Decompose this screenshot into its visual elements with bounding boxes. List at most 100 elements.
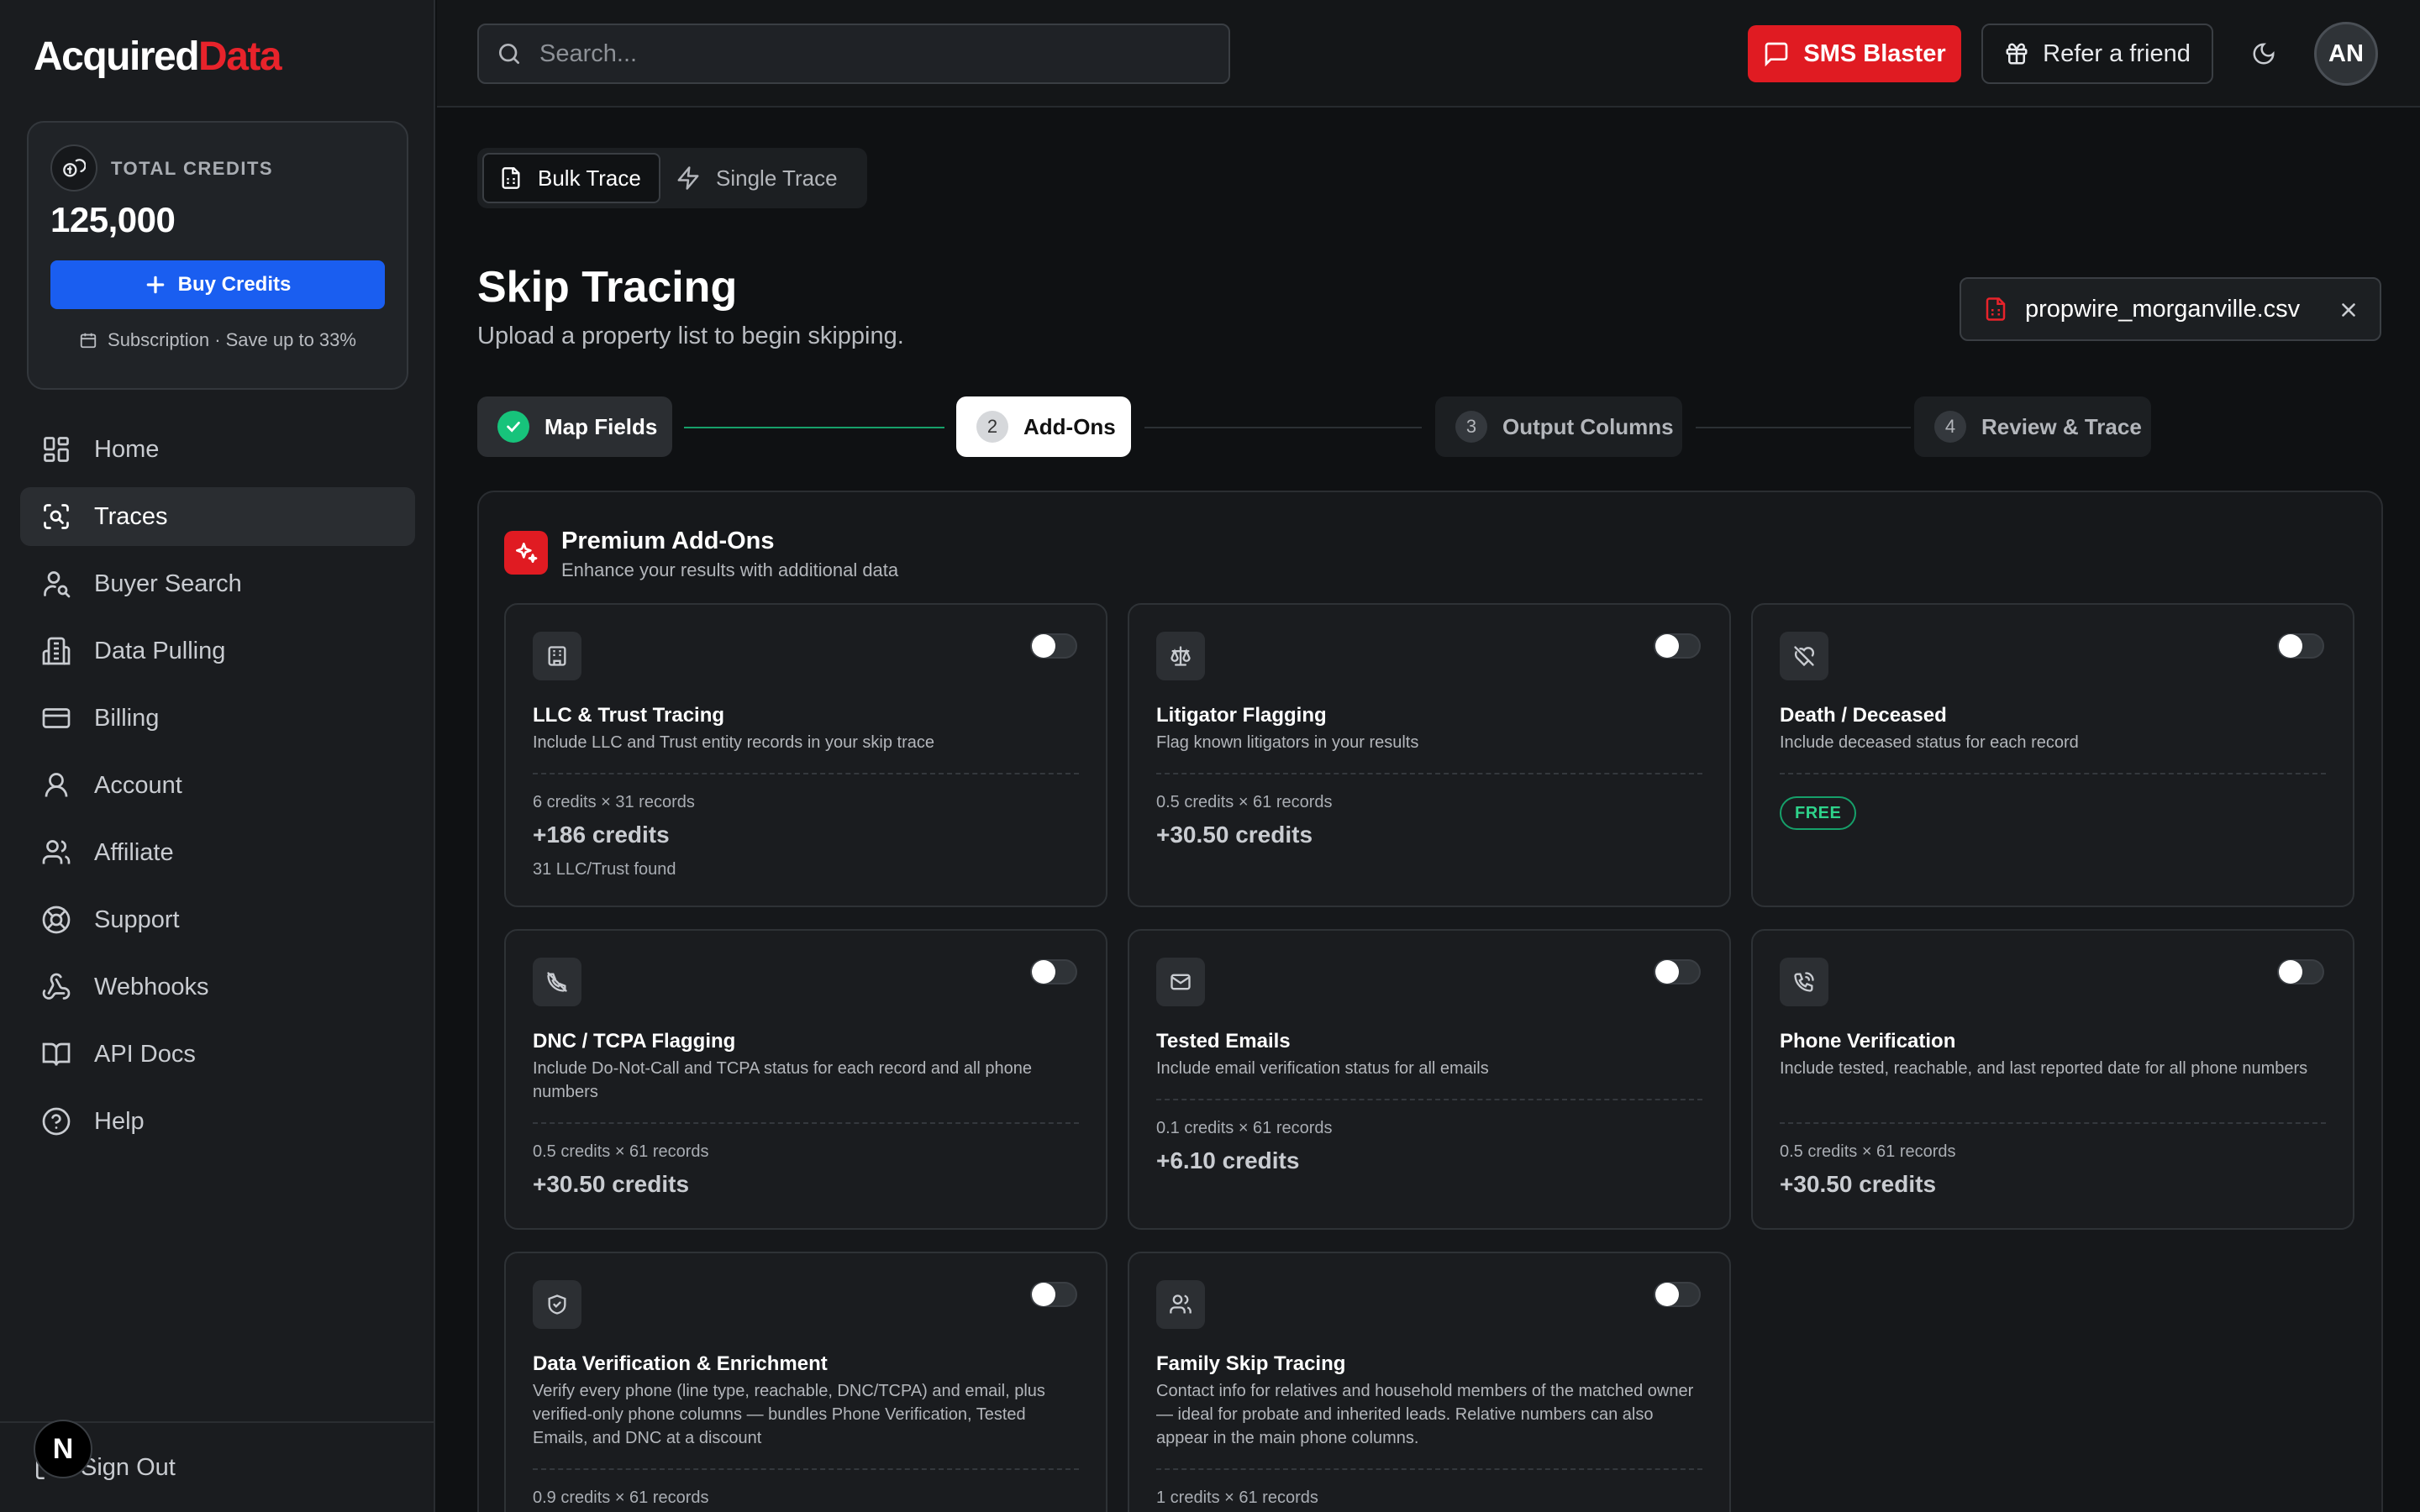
addon-card-data-verification[interactable]: Data Verification & Enrichment Verify ev…: [504, 1252, 1107, 1512]
sidebar-item-affiliate[interactable]: Affiliate: [20, 823, 415, 882]
sidebar-item-help[interactable]: Help: [20, 1092, 415, 1151]
step-map-fields[interactable]: Map Fields: [477, 396, 672, 457]
sms-blaster-button[interactable]: SMS Blaster: [1748, 25, 1961, 82]
addon-card-family-skip[interactable]: Family Skip Tracing Contact info for rel…: [1128, 1252, 1731, 1512]
card-title: Family Skip Tracing: [1156, 1352, 1346, 1375]
phone-off-icon: [533, 958, 581, 1006]
toggle-litigator[interactable]: [1654, 633, 1701, 659]
addons-title: Premium Add-Ons: [561, 528, 775, 554]
card-title: Phone Verification: [1780, 1030, 1956, 1053]
sidebar-item-traces[interactable]: Traces: [20, 487, 415, 546]
buy-credits-button[interactable]: Buy Credits: [50, 260, 385, 309]
message-square-icon: [1765, 42, 1788, 67]
card-total: +30.50 credits: [533, 1171, 690, 1197]
billing-icon: [40, 702, 72, 734]
toggle-tested-emails[interactable]: [1654, 959, 1701, 984]
card-title: Litigator Flagging: [1156, 704, 1327, 727]
step-connector: [684, 427, 944, 428]
card-divider: [1156, 773, 1702, 774]
addon-card-phone-verification[interactable]: Phone Verification Include tested, reach…: [1751, 929, 2354, 1230]
step-review-trace[interactable]: 4 Review & Trace: [1914, 396, 2151, 457]
search-input[interactable]: [539, 39, 1195, 68]
card-title: LLC & Trust Tracing: [533, 704, 725, 727]
building-icon: [533, 632, 581, 680]
tab-bulk-trace[interactable]: Bulk Trace: [482, 153, 660, 203]
refer-friend-label: Refer a friend: [2043, 39, 2191, 67]
support-icon: [40, 904, 72, 936]
sidebar-item-support[interactable]: Support: [20, 890, 415, 949]
toggle-family-skip[interactable]: [1654, 1282, 1701, 1307]
card-calc: 0.9 credits × 61 records: [533, 1488, 709, 1507]
sidebar-item-account[interactable]: Account: [20, 756, 415, 815]
step-add-ons[interactable]: 2 Add-Ons: [956, 396, 1131, 457]
sidebar-item-data-pulling[interactable]: Data Pulling: [20, 622, 415, 680]
page-subtitle: Upload a property list to begin skipping…: [477, 323, 904, 349]
step-connector: [1144, 427, 1422, 428]
card-description: Contact info for relatives and household…: [1156, 1382, 1694, 1447]
step-number: 4: [1934, 411, 1966, 443]
subscription-link[interactable]: Subscription · Save up to 33%: [29, 329, 407, 351]
step-output-columns[interactable]: 3 Output Columns: [1435, 396, 1682, 457]
sidebar-item-api-docs[interactable]: API Docs: [20, 1025, 415, 1084]
addon-card-deceased[interactable]: Death / Deceased Include deceased status…: [1751, 603, 2354, 907]
addon-card-litigator[interactable]: Litigator Flagging Flag known litigators…: [1128, 603, 1731, 907]
sidebar-item-buyer-search[interactable]: Buyer Search: [20, 554, 415, 613]
avatar[interactable]: AN: [2314, 22, 2378, 86]
credits-label: TOTAL CREDITS: [111, 158, 274, 179]
search-bar[interactable]: [477, 24, 1230, 84]
sidebar-item-label: Account: [94, 771, 182, 799]
card-divider: [533, 773, 1079, 774]
brand-logo[interactable]: AcquiredData: [34, 34, 282, 80]
toggle-llc-trust[interactable]: [1030, 633, 1077, 659]
addon-card-llc-trust[interactable]: LLC & Trust Tracing Include LLC and Trus…: [504, 603, 1107, 907]
refer-friend-button[interactable]: Refer a friend: [1981, 24, 2213, 84]
card-description: Flag known litigators in your results: [1156, 733, 1419, 752]
moon-icon: [2253, 43, 2275, 65]
sidebar-item-home[interactable]: Home: [20, 420, 415, 479]
step-number: 2: [976, 411, 1008, 443]
card-total: +186 credits: [533, 822, 670, 848]
file-icon: [1986, 297, 2006, 321]
card-total: +6.10 credits: [1156, 1147, 1300, 1173]
sidebar: AcquiredData TOTAL CREDITS 125,000 Buy C…: [0, 0, 435, 1512]
card-calc: 0.1 credits × 61 records: [1156, 1119, 1333, 1137]
trace-mode-tabs: Bulk Trace Single Trace: [477, 148, 867, 208]
toggle-dnc-tcpa[interactable]: [1030, 959, 1077, 984]
sidebar-item-label: Webhooks: [94, 973, 209, 1000]
sidebar-item-billing[interactable]: Billing: [20, 689, 415, 748]
calendar-icon: [80, 333, 97, 349]
sidebar-item-webhooks[interactable]: Webhooks: [20, 958, 415, 1016]
dev-badge[interactable]: N: [34, 1420, 92, 1478]
plus-icon: [146, 276, 164, 294]
buy-credits-label: Buy Credits: [177, 273, 292, 296]
card-divider: [1156, 1099, 1702, 1100]
card-divider: [1780, 773, 2326, 774]
buyer-search-icon: [40, 568, 72, 600]
theme-toggle[interactable]: [2245, 35, 2282, 72]
subscription-label: Subscription · Save up to 33%: [108, 329, 356, 350]
toggle-data-verification[interactable]: [1030, 1282, 1077, 1307]
phone-call-icon: [1780, 958, 1828, 1006]
tab-label: Single Trace: [716, 165, 838, 191]
step-number: 3: [1455, 411, 1487, 443]
file-name: propwire_morganville.csv: [2025, 295, 2301, 323]
card-title: DNC / TCPA Flagging: [533, 1030, 736, 1053]
api-docs-icon: [40, 1038, 72, 1070]
remove-file-button[interactable]: [2338, 299, 2360, 321]
brand-name: Acquired: [34, 34, 200, 79]
uploaded-file-chip: propwire_morganville.csv: [1960, 277, 2381, 341]
sidebar-item-label: Support: [94, 906, 180, 933]
card-divider: [1156, 1468, 1702, 1470]
tab-single-trace[interactable]: Single Trace: [672, 153, 857, 203]
toggle-phone-verification[interactable]: [2277, 959, 2324, 984]
addon-card-dnc-tcpa[interactable]: DNC / TCPA Flagging Include Do-Not-Call …: [504, 929, 1107, 1230]
card-description: Include LLC and Trust entity records in …: [533, 733, 935, 752]
card-calc: 6 credits × 31 records: [533, 793, 695, 811]
card-description: Include deceased status for each record: [1780, 733, 2079, 752]
sidebar-item-label: Traces: [94, 502, 168, 530]
addon-card-tested-emails[interactable]: Tested Emails Include email verification…: [1128, 929, 1731, 1230]
file-spreadsheet-icon: [502, 167, 520, 189]
card-divider: [533, 1468, 1079, 1470]
toggle-deceased[interactable]: [2277, 633, 2324, 659]
top-header: SMS Blaster Refer a friend AN: [437, 0, 2420, 108]
